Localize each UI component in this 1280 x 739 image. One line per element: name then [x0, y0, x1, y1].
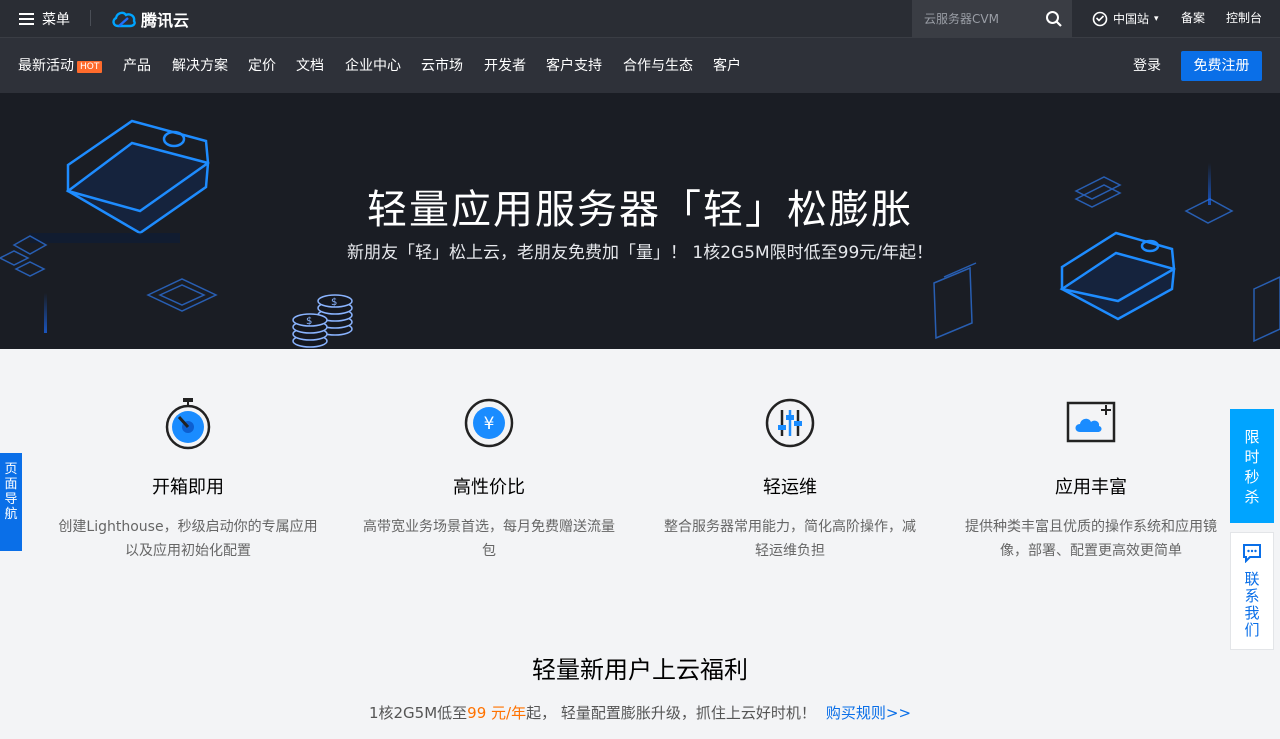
nav-item-pricing[interactable]: 定价 [248, 38, 276, 94]
yuan-coin-icon: ¥ [464, 398, 514, 448]
feature-title: 高性价比 [453, 477, 525, 498]
brand-logo[interactable]: 腾讯云 [111, 0, 189, 37]
nav-item-support[interactable]: 客户支持 [546, 38, 602, 94]
console-link[interactable]: 控制台 [1226, 0, 1262, 37]
feature-title: 开箱即用 [152, 477, 224, 498]
stopwatch-icon [165, 398, 211, 450]
menu-label: 菜单 [42, 11, 70, 28]
feature-title: 应用丰富 [1055, 477, 1127, 498]
filing-link[interactable]: 备案 [1181, 0, 1205, 37]
hero-banner: $ $ 轻量应用服务器「轻」松膨胀 新朋友「轻」松上云，老朋友免费加「量」！ 1… [0, 93, 1280, 349]
cloud-logo-icon [112, 11, 136, 27]
nav-item-customers[interactable]: 客户 [713, 38, 741, 94]
brand-name: 腾讯云 [141, 10, 190, 30]
region-label: 中国站 [1113, 12, 1150, 26]
page-nav-tab[interactable]: 页面导航 [0, 453, 22, 551]
sliders-icon [765, 398, 815, 448]
chat-icon [1243, 544, 1261, 563]
feature-desc: 整合服务器常用能力，简化高阶操作，减轻运维负担 [664, 519, 916, 559]
feature-card: 轻运维 整合服务器常用能力，简化高阶操作，减轻运维负担 [640, 395, 940, 563]
svg-text:¥: ¥ [484, 414, 495, 434]
hamburger-icon [19, 12, 34, 25]
main-nav: 最新活动 HOT 产品 解决方案 定价 文档 企业中心 云市场 开发者 客户支持 … [0, 37, 1280, 93]
promo-suffix: 起， 轻量配置膨胀升级，抓住上云好时机！ [526, 704, 816, 722]
feature-card: 应用丰富 提供种类丰富且优质的操作系统和应用镜像，部署、配置更高效更简单 [941, 395, 1241, 563]
menu-button[interactable]: 菜单 [19, 0, 70, 37]
search-box [912, 0, 1072, 37]
purchase-rules-link[interactable]: 购买规则>> [826, 704, 911, 722]
nav-item-marketplace[interactable]: 云市场 [421, 38, 463, 94]
top-bar: 菜单 腾讯云 中国站 ▾ 备案 控制台 [0, 0, 1280, 37]
coin-stack-icon [292, 294, 353, 348]
section-title: 轻量新用户上云福利 [532, 656, 748, 684]
feature-desc: 提供种类丰富且优质的操作系统和应用镜像，部署、配置更高效更简单 [965, 519, 1217, 559]
svg-text:$: $ [306, 316, 312, 327]
nav-item-products[interactable]: 产品 [123, 38, 151, 94]
divider [90, 10, 91, 26]
nav-label: 最新活动 [18, 58, 74, 74]
globe-icon [1092, 11, 1108, 26]
cloud-add-icon [1066, 401, 1116, 443]
chevron-down-icon: ▾ [1154, 13, 1159, 24]
login-link[interactable]: 登录 [1133, 38, 1161, 94]
nav-item-docs[interactable]: 文档 [296, 38, 324, 94]
section-subtitle: 1核2G5M低至99 元/年起， 轻量配置膨胀升级，抓住上云好时机！ 购买规则>> [0, 702, 1280, 723]
nav-item-latest-events[interactable]: 最新活动 HOT [18, 38, 103, 94]
nav-item-solutions[interactable]: 解决方案 [172, 38, 228, 94]
nav-item-enterprise[interactable]: 企业中心 [345, 38, 401, 94]
feature-desc: 高带宽业务场景首选，每月免费赠送流量包 [363, 519, 615, 559]
promo-prefix: 1核2G5M低至 [368, 704, 468, 722]
flash-sale-label: 限时秒杀 [1244, 428, 1260, 506]
hot-badge: HOT [77, 61, 103, 73]
page-nav-label: 页面导航 [4, 462, 18, 522]
feature-card: 开箱即用 创建Lighthouse，秒级启动你的专属应用以及应用初始化配置 [38, 395, 338, 563]
feature-desc: 创建Lighthouse，秒级启动你的专属应用以及应用初始化配置 [58, 519, 318, 559]
signup-button[interactable]: 免费注册 [1181, 51, 1262, 81]
hero-subtitle: 新朋友「轻」松上云，老朋友免费加「量」！ 1核2G5M限时低至99元/年起！ [346, 243, 934, 263]
flash-sale-tab[interactable]: 限时秒杀 [1230, 409, 1274, 523]
contact-us-label: 联系我们 [1244, 570, 1260, 639]
hero-title: 轻量应用服务器「轻」松膨胀 [367, 187, 913, 233]
svg-text:$: $ [331, 297, 337, 308]
feature-title: 轻运维 [763, 477, 817, 498]
nav-item-developers[interactable]: 开发者 [484, 38, 526, 94]
nav-item-partners[interactable]: 合作与生态 [623, 38, 693, 94]
search-icon[interactable] [1045, 10, 1063, 28]
region-selector[interactable]: 中国站 ▾ [1092, 0, 1159, 37]
features-section: 开箱即用 创建Lighthouse，秒级启动你的专属应用以及应用初始化配置 ¥ … [38, 395, 1238, 575]
search-input[interactable] [912, 11, 1042, 26]
promo-price: 99 元/年 [467, 704, 527, 722]
contact-us-tab[interactable]: 联系我们 [1230, 532, 1274, 650]
feature-card: ¥ 高性价比 高带宽业务场景首选，每月免费赠送流量包 [339, 395, 639, 563]
